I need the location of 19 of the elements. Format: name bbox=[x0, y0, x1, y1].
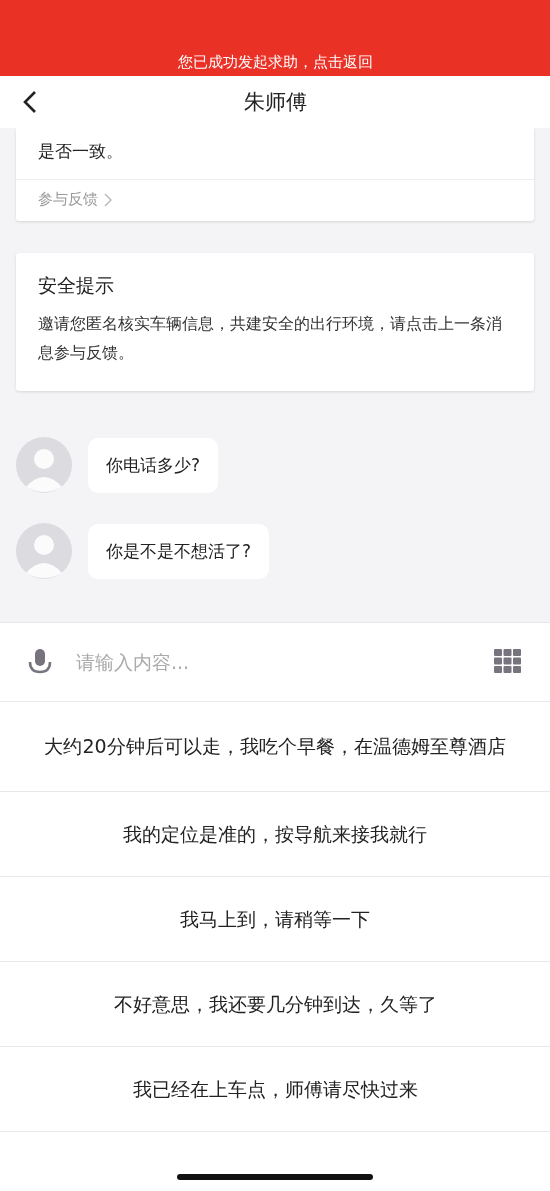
alert-banner[interactable]: 您已成功发起求助，点击返回 bbox=[0, 0, 550, 76]
safety-title: 安全提示 bbox=[38, 273, 115, 298]
notice-text: 是否一致。 bbox=[37, 140, 124, 163]
contact-name: 朱师傅 bbox=[243, 89, 307, 116]
quick-reply[interactable]: 我的定位是准的，按导航来接我就行 bbox=[0, 792, 550, 877]
quick-reply[interactable]: 不好意思，我还要几分钟到达，久等了 bbox=[0, 962, 550, 1047]
message-bubble: 你电话多少? bbox=[88, 437, 219, 493]
message-bubble: 你是不是不想活了? bbox=[88, 523, 270, 579]
quick-reply[interactable]: 我马上到，请稍等一下 bbox=[0, 877, 550, 962]
keyboard-icon[interactable] bbox=[494, 649, 522, 675]
quick-reply[interactable]: 大约20分钟后可以走，我吃个早餐，在温德姆至尊酒店 bbox=[0, 702, 550, 792]
chevron-icon bbox=[104, 192, 112, 207]
microphone-icon[interactable] bbox=[28, 648, 52, 676]
avatar-icon bbox=[16, 523, 72, 579]
banner-text: 您已成功发起求助，点击返回 bbox=[177, 53, 373, 72]
quick-reply[interactable]: 我已经在上车点，师傅请尽快过来 bbox=[0, 1047, 550, 1132]
back-icon bbox=[22, 90, 38, 114]
avatar-icon bbox=[16, 437, 72, 493]
safety-text: 邀请您匿名核实车辆信息，共建安全的出行环境，请点击上一条消息参与反馈。 bbox=[38, 313, 503, 364]
